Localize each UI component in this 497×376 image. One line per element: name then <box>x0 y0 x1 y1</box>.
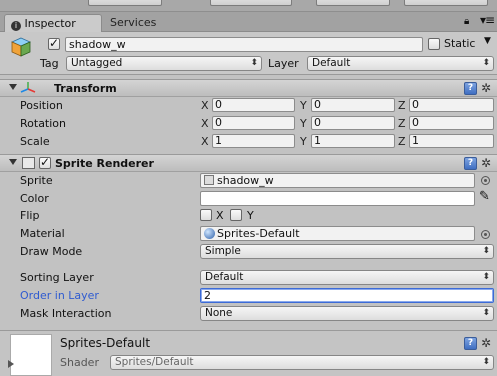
rotation-z-field[interactable]: 0 <box>409 116 494 130</box>
object-name-input[interactable]: shadow_w <box>65 37 423 52</box>
static-label: Static <box>444 37 476 50</box>
scale-x-field[interactable]: 1 <box>212 134 295 148</box>
axis-z-label: Z <box>398 135 406 148</box>
transform-title: Transform <box>54 82 117 95</box>
layers-button[interactable] <box>316 0 390 6</box>
tab-inspector-label: Inspector <box>24 17 76 30</box>
flip-y-checkbox[interactable] <box>230 209 242 221</box>
tag-dropdown[interactable]: Untagged <box>66 56 262 71</box>
sprite-object-field[interactable]: shadow_w <box>200 173 475 188</box>
shader-label: Shader <box>60 356 99 369</box>
material-label: Material <box>20 227 65 240</box>
axis-y-label: Y <box>300 117 307 130</box>
tab-services[interactable]: Services <box>104 14 174 32</box>
sprite-renderer-header[interactable]: Sprite Renderer ? ✲ <box>0 154 497 172</box>
foldout-arrow-icon[interactable] <box>9 84 17 90</box>
sprite-renderer-icon <box>22 157 35 169</box>
collab-button[interactable] <box>88 0 162 6</box>
foldout-arrow-icon[interactable] <box>8 360 14 368</box>
axis-y-label: Y <box>300 99 307 112</box>
rotation-x-field[interactable]: 0 <box>212 116 295 130</box>
help-icon[interactable]: ? <box>464 337 477 350</box>
order-in-layer-label: Order in Layer <box>20 289 99 302</box>
scale-y-field[interactable]: 1 <box>311 134 395 148</box>
position-label: Position <box>20 99 63 112</box>
rotation-y-field[interactable]: 0 <box>311 116 395 130</box>
axis-x-label: X <box>201 117 209 130</box>
account-button[interactable] <box>210 0 292 6</box>
draw-mode-dropdown[interactable]: Simple <box>200 244 494 259</box>
sprite-value: shadow_w <box>217 174 274 187</box>
position-z-field[interactable]: 0 <box>409 98 494 112</box>
gear-icon[interactable]: ✲ <box>481 156 491 170</box>
color-label: Color <box>20 192 49 205</box>
gear-icon[interactable]: ✲ <box>481 336 491 350</box>
sprite-asset-icon <box>204 175 214 185</box>
flip-label: Flip <box>20 209 40 222</box>
tab-menu-icon[interactable]: ▾≡ <box>480 13 495 27</box>
sprite-renderer-enabled-checkbox[interactable] <box>39 155 51 169</box>
position-x-field[interactable]: 0 <box>212 98 295 112</box>
transform-header[interactable]: Transform ? ✲ <box>0 79 497 97</box>
static-checkbox[interactable] <box>428 38 440 50</box>
tab-inspector[interactable]: i Inspector <box>4 14 102 32</box>
transform-axes-icon <box>20 82 36 93</box>
object-header: shadow_w Static ▼ Tag Untagged Layer Def… <box>0 32 497 75</box>
mask-interaction-dropdown[interactable]: None <box>200 306 494 321</box>
color-field[interactable] <box>200 191 475 206</box>
lock-icon[interactable]: 🔒︎ <box>464 16 469 27</box>
material-sphere-icon <box>204 228 215 239</box>
material-object-field[interactable]: Sprites-Default <box>200 226 475 241</box>
object-picker-icon[interactable] <box>481 230 490 239</box>
order-in-layer-input[interactable]: 2 <box>200 288 494 303</box>
axis-z-label: Z <box>398 99 406 112</box>
mask-interaction-label: Mask Interaction <box>20 307 112 320</box>
axis-x-label: X <box>201 99 209 112</box>
scale-z-field[interactable]: 1 <box>409 134 494 148</box>
axis-x-label: X <box>201 135 209 148</box>
eyedropper-icon[interactable]: ✎ <box>479 189 490 204</box>
sprite-label: Sprite <box>20 174 53 187</box>
static-dropdown-icon[interactable]: ▼ <box>484 36 491 46</box>
tab-services-label: Services <box>110 16 157 29</box>
scale-label: Scale <box>20 135 50 148</box>
help-icon[interactable]: ? <box>464 157 477 170</box>
object-picker-icon[interactable] <box>481 176 490 185</box>
rotation-label: Rotation <box>20 117 67 130</box>
foldout-arrow-icon[interactable] <box>9 159 17 165</box>
sprite-renderer-body: Sprite shadow_w Color ✎ Flip X Y Materia… <box>0 172 497 330</box>
material-value: Sprites-Default <box>217 227 300 240</box>
draw-mode-label: Draw Mode <box>20 245 83 258</box>
gameobject-cube-icon <box>11 37 31 57</box>
tag-label: Tag <box>40 57 59 70</box>
toolbar-strip <box>0 0 497 12</box>
layer-label: Layer <box>268 57 299 70</box>
axis-y-label: Y <box>300 135 307 148</box>
flip-y-label: Y <box>247 209 254 222</box>
info-icon: i <box>11 21 21 31</box>
sprite-renderer-title: Sprite Renderer <box>55 157 154 170</box>
help-icon[interactable]: ? <box>464 82 477 95</box>
gear-icon[interactable]: ✲ <box>481 81 491 95</box>
layer-dropdown[interactable]: Default <box>307 56 494 71</box>
sorting-layer-label: Sorting Layer <box>20 271 94 284</box>
layout-button[interactable] <box>404 0 488 6</box>
tab-bar: i Inspector Services 🔒︎ ▾≡ <box>0 12 497 32</box>
material-title: Sprites-Default <box>60 336 151 350</box>
material-preview <box>10 334 52 376</box>
sorting-layer-dropdown[interactable]: Default <box>200 270 494 285</box>
transform-body: Position X 0 Y 0 Z 0 Rotation X 0 Y 0 Z … <box>0 97 497 153</box>
axis-z-label: Z <box>398 117 406 130</box>
shader-dropdown[interactable]: Sprites/Default <box>110 355 494 370</box>
active-checkbox[interactable] <box>48 36 60 50</box>
flip-x-checkbox[interactable] <box>200 209 212 221</box>
position-y-field[interactable]: 0 <box>311 98 395 112</box>
flip-x-label: X <box>216 209 224 222</box>
